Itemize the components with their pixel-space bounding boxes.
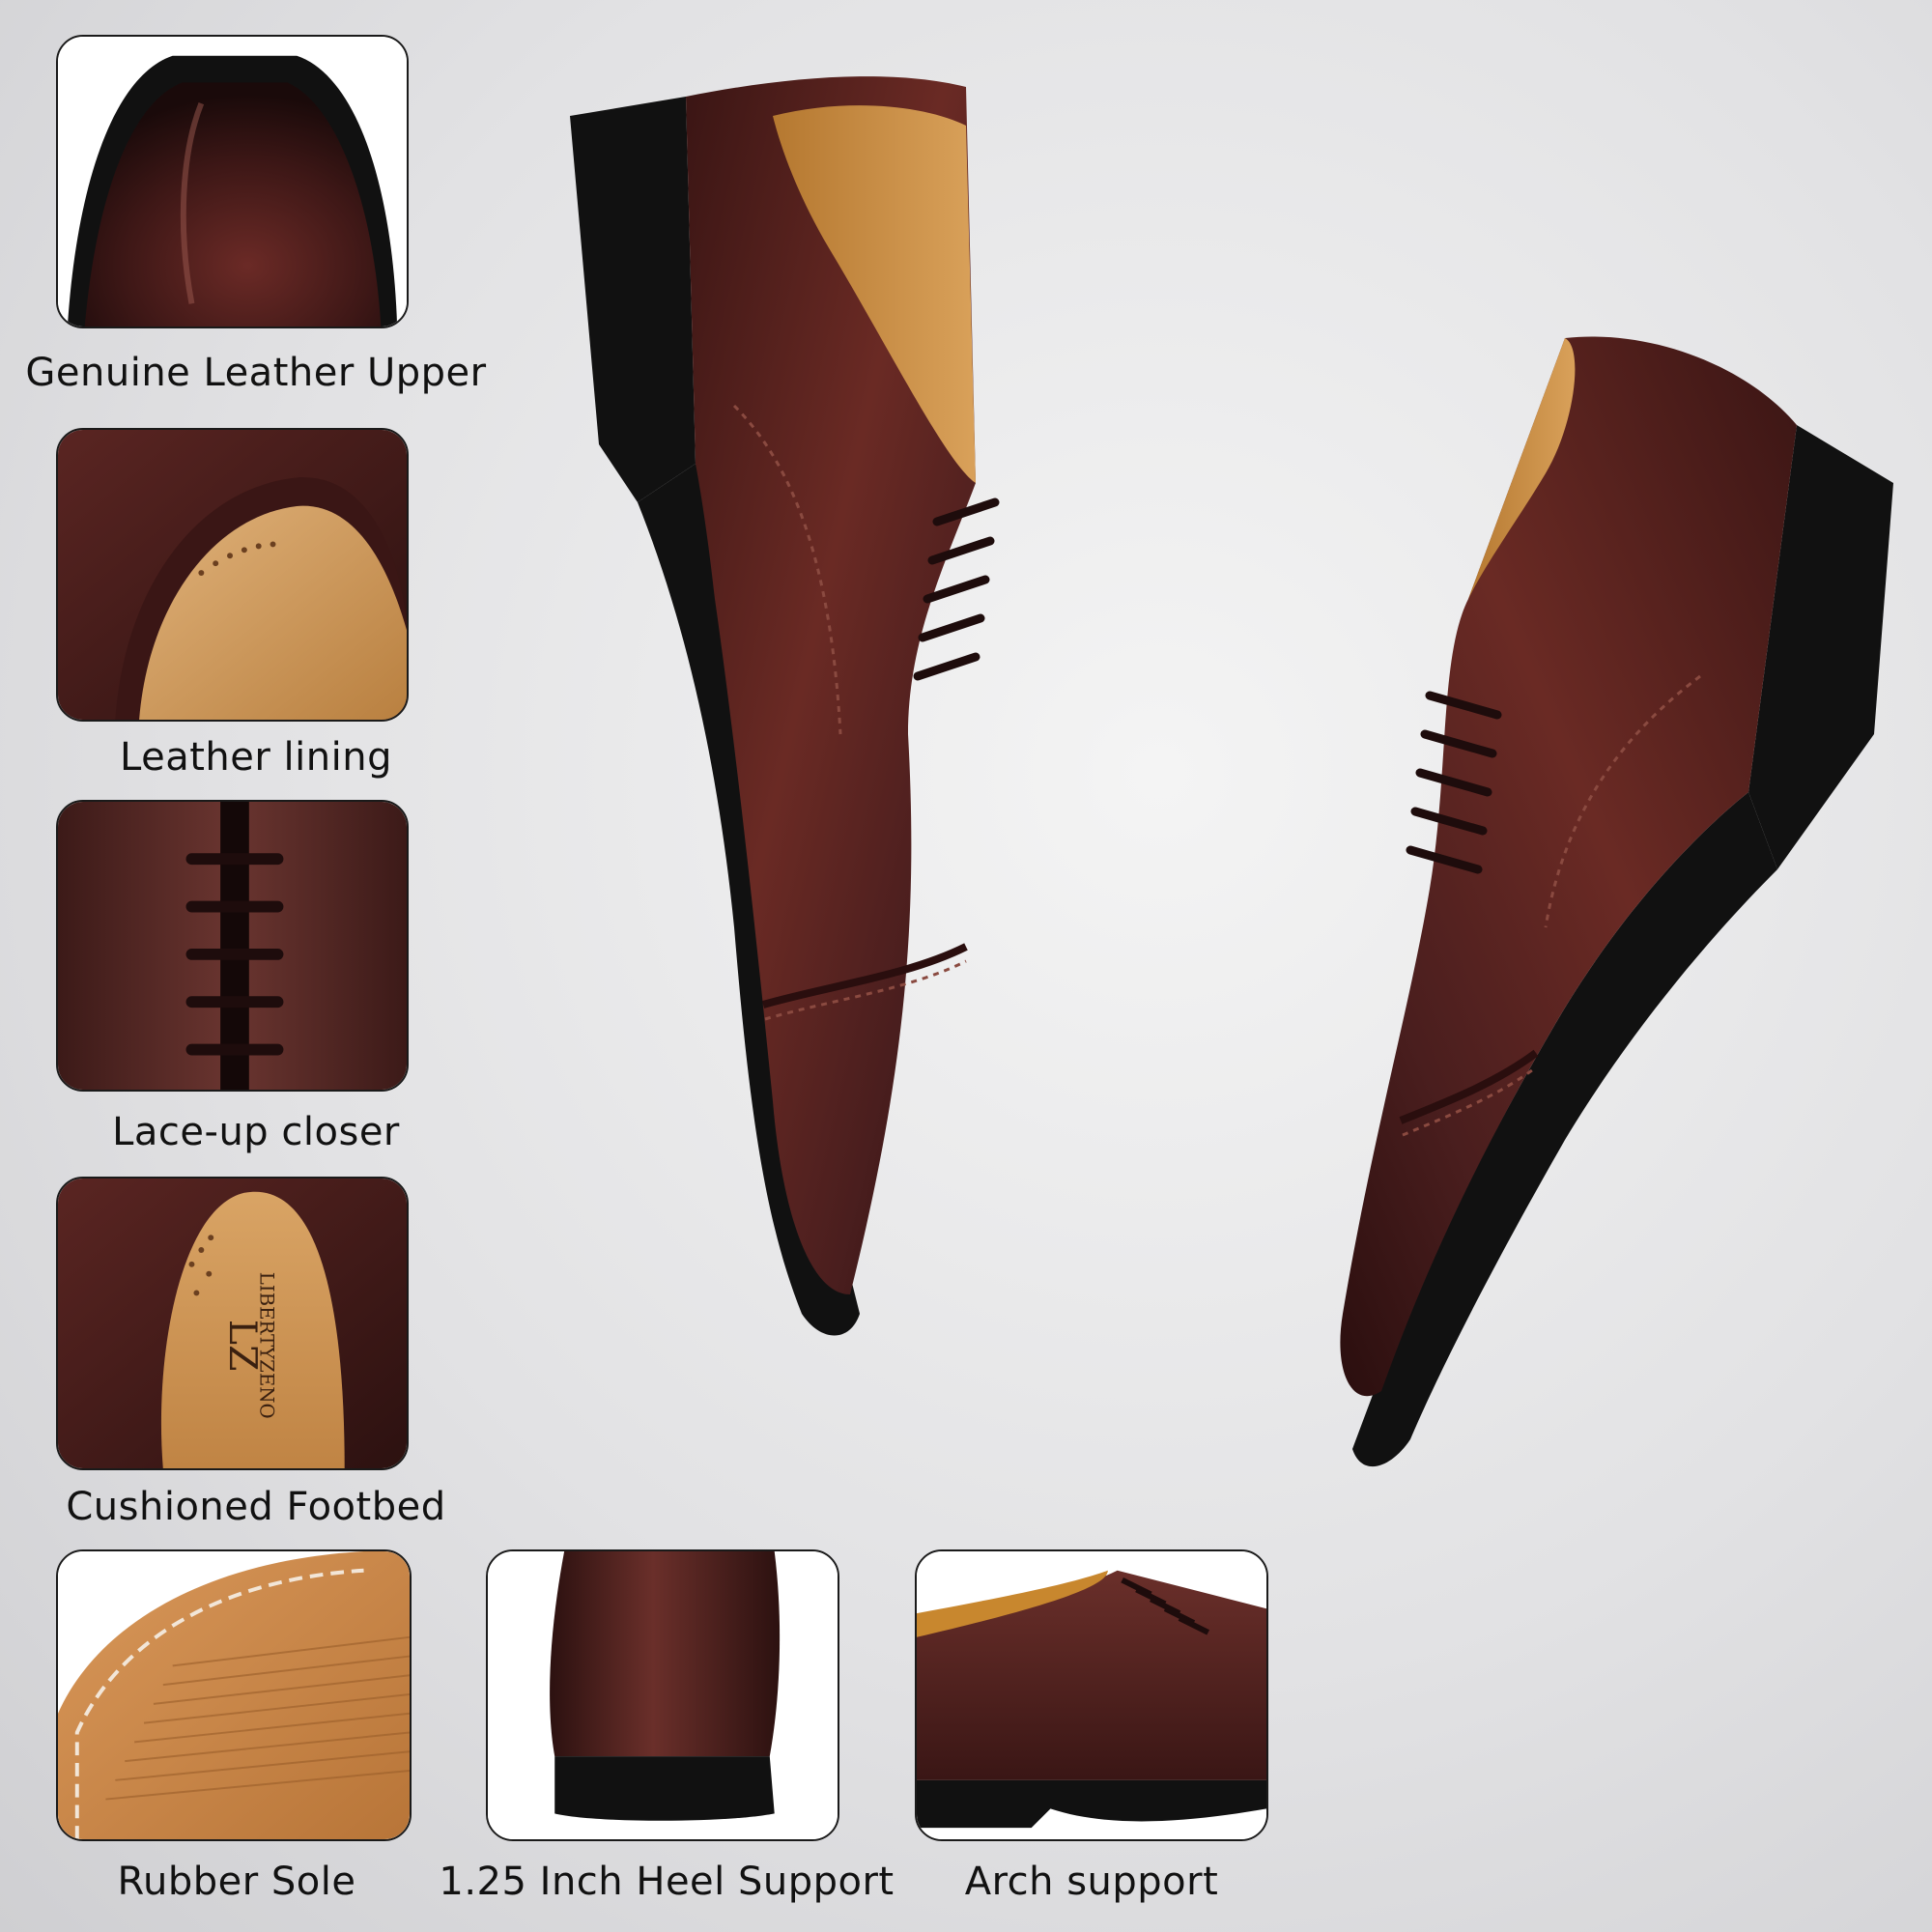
lace-up-image bbox=[58, 802, 407, 1090]
leather-lining-image bbox=[58, 430, 407, 720]
thumb-leather-lining bbox=[56, 428, 409, 722]
heel-support-image bbox=[488, 1551, 838, 1839]
left-shoe bbox=[570, 76, 1000, 1336]
caption-heel-support: 1.25 Inch Heel Support bbox=[439, 1860, 895, 1904]
caption-leather-lining: Leather lining bbox=[120, 735, 392, 780]
thumb-arch-support bbox=[915, 1549, 1268, 1841]
caption-lace-up-closer: Lace-up closer bbox=[112, 1110, 400, 1154]
thumb-genuine-leather-upper bbox=[56, 35, 409, 328]
thumb-heel-support bbox=[486, 1549, 839, 1841]
caption-arch-support: Arch support bbox=[964, 1860, 1219, 1904]
hero-shoes-svg bbox=[570, 76, 1893, 1467]
right-shoe bbox=[1340, 336, 1893, 1467]
leather-upper-image bbox=[58, 37, 407, 327]
footbed-image: LZ LIBERTYZENO bbox=[58, 1179, 407, 1468]
footbed-brand-name: LIBERTYZENO bbox=[256, 1272, 278, 1419]
arch-support-image bbox=[917, 1551, 1266, 1839]
hero-shoe-pair-image bbox=[541, 58, 1913, 1507]
thumb-lace-up-closer bbox=[56, 800, 409, 1092]
caption-rubber-sole: Rubber Sole bbox=[117, 1860, 356, 1904]
thumb-rubber-sole bbox=[56, 1549, 412, 1841]
rubber-sole-image bbox=[58, 1551, 410, 1839]
caption-genuine-leather-upper: Genuine Leather Upper bbox=[25, 351, 487, 395]
caption-cushioned-footbed: Cushioned Footbed bbox=[66, 1485, 446, 1529]
thumb-cushioned-footbed: LZ LIBERTYZENO bbox=[56, 1177, 409, 1470]
